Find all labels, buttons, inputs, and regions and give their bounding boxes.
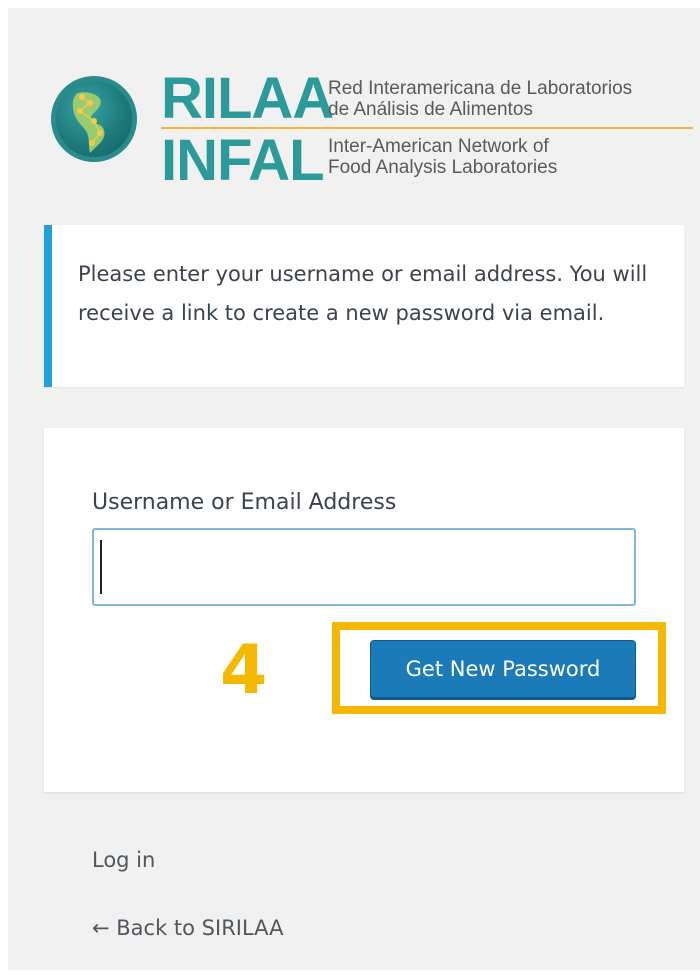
lost-password-form: Username or Email Address 4 Get New Pass… <box>44 428 684 792</box>
username-input[interactable] <box>92 528 636 606</box>
logo-name-english-line2: Food Analysis Laboratories <box>328 157 558 178</box>
get-new-password-button[interactable]: Get New Password <box>370 640 636 698</box>
logo-name-spanish-line2: de Análisis de Alimentos <box>328 99 533 120</box>
login-page: RILAA Red Interamericana de Laboratorios… <box>8 8 700 970</box>
globe-americas-icon <box>51 76 137 162</box>
text-cursor <box>100 540 102 594</box>
logo-name-spanish: Red Interamericana de Laboratorios de An… <box>328 78 632 120</box>
logo-name-english-line1: Inter-American Network of <box>328 136 549 157</box>
username-label: Username or Email Address <box>92 490 397 515</box>
logo-acronym-top: RILAA <box>161 66 334 131</box>
info-message: Please enter your username or email addr… <box>44 225 684 387</box>
logo-name-english: Inter-American Network of Food Analysis … <box>328 136 557 178</box>
back-to-site-link[interactable]: ← Back to SIRILAA <box>92 916 284 940</box>
login-link[interactable]: Log in <box>92 848 155 872</box>
logo-name-spanish-line1: Red Interamericana de Laboratorios <box>328 78 633 99</box>
site-logo[interactable]: RILAA Red Interamericana de Laboratorios… <box>43 64 698 194</box>
logo-acronym-bottom: INFAL <box>161 128 325 193</box>
step-number-annotation: 4 <box>220 631 268 710</box>
